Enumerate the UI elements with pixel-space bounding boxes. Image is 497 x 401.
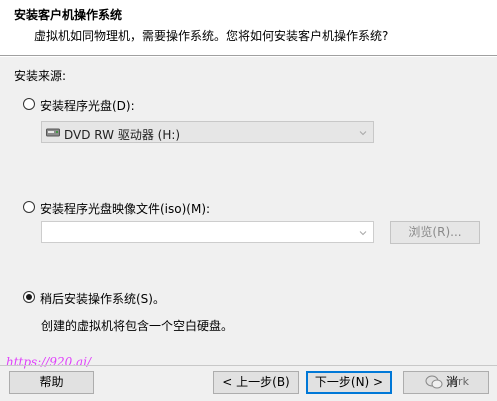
disc-drive-icon bbox=[46, 128, 60, 137]
radio-install-later-label[interactable]: 稍后安装操作系统(S)。 bbox=[40, 290, 165, 307]
browse-button[interactable]: 浏览(R)... bbox=[390, 221, 480, 244]
iso-path-input[interactable] bbox=[41, 221, 374, 243]
wizard-header: 安装客户机操作系统 虚拟机如同物理机，需要操作系统。您将如何安装客户机操作系统? bbox=[0, 0, 497, 55]
radio-install-iso[interactable] bbox=[23, 201, 35, 213]
back-button[interactable]: < 上一步(B) bbox=[213, 371, 299, 394]
watermark-brand: orrk bbox=[447, 375, 469, 388]
radio-install-disc[interactable] bbox=[23, 98, 35, 110]
radio-install-iso-label[interactable]: 安装程序光盘映像文件(iso)(M): bbox=[40, 200, 210, 217]
help-button[interactable]: 帮助 bbox=[9, 371, 94, 394]
footer-divider bbox=[0, 365, 497, 366]
next-button[interactable]: 下一步(N) > bbox=[306, 371, 392, 394]
chevron-down-icon bbox=[359, 231, 367, 236]
disc-drive-select[interactable]: DVD RW 驱动器 (H:) bbox=[41, 121, 374, 143]
watermark-url: https://920.ai/ bbox=[6, 355, 92, 369]
chevron-down-icon bbox=[359, 131, 367, 136]
page-subtitle: 虚拟机如同物理机，需要操作系统。您将如何安装客户机操作系统? bbox=[34, 29, 389, 43]
install-source-label: 安装来源: bbox=[14, 69, 67, 83]
header-divider-highlight bbox=[0, 56, 497, 57]
install-later-description: 创建的虚拟机将包含一个空白硬盘。 bbox=[41, 319, 234, 333]
radio-install-disc-label[interactable]: 安装程序光盘(D): bbox=[40, 97, 135, 114]
page-title: 安装客户机操作系统 bbox=[14, 8, 123, 22]
disc-drive-value: DVD RW 驱动器 (H:) bbox=[64, 128, 181, 142]
cancel-button[interactable]: 消 bbox=[403, 371, 489, 394]
radio-install-later[interactable] bbox=[23, 291, 35, 303]
wechat-icon bbox=[425, 375, 443, 389]
